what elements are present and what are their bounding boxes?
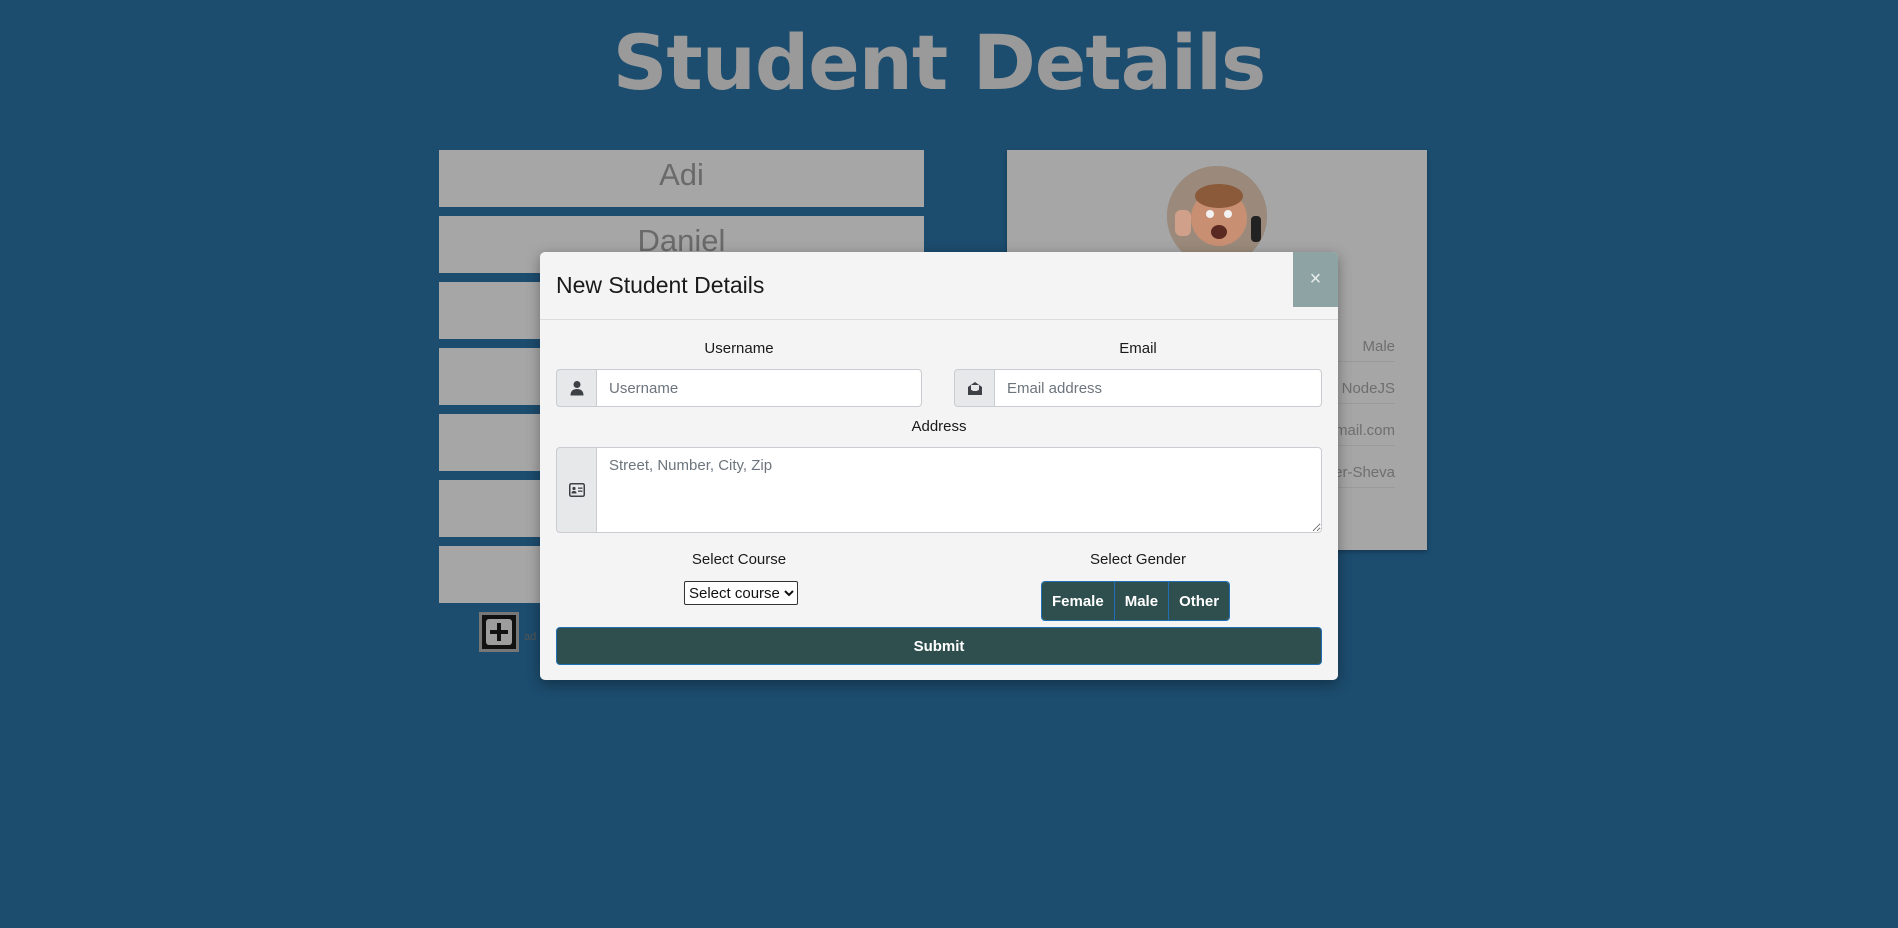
course-label: Select Course bbox=[691, 551, 787, 568]
username-input[interactable] bbox=[596, 369, 922, 407]
email-addon bbox=[954, 369, 994, 407]
gender-male-button[interactable]: Male bbox=[1114, 582, 1170, 620]
username-input-group bbox=[556, 369, 922, 407]
envelope-open-icon bbox=[967, 382, 982, 395]
close-button[interactable]: × bbox=[1293, 252, 1338, 307]
address-textarea[interactable] bbox=[596, 447, 1322, 533]
address-input-group bbox=[556, 447, 1322, 533]
email-input-group bbox=[954, 369, 1322, 407]
modal-header: New Student Details × bbox=[540, 252, 1338, 320]
gender-label: Select Gender bbox=[1090, 551, 1186, 568]
username-addon bbox=[556, 369, 596, 407]
address-card-icon bbox=[568, 483, 585, 497]
course-select[interactable]: Select course bbox=[684, 581, 798, 605]
username-label: Username bbox=[704, 340, 774, 357]
address-label: Address bbox=[911, 418, 967, 435]
new-student-modal: New Student Details × Username Email Add… bbox=[540, 252, 1338, 680]
gender-female-button[interactable]: Female bbox=[1042, 582, 1115, 620]
user-icon bbox=[570, 381, 583, 396]
email-input[interactable] bbox=[994, 369, 1322, 407]
modal-title: New Student Details bbox=[556, 272, 765, 298]
email-label: Email bbox=[1119, 340, 1157, 357]
address-addon bbox=[556, 447, 596, 533]
gender-button-group: Female Male Other bbox=[1041, 581, 1231, 621]
gender-other-button[interactable]: Other bbox=[1169, 582, 1230, 620]
submit-button[interactable]: Submit bbox=[556, 627, 1322, 665]
